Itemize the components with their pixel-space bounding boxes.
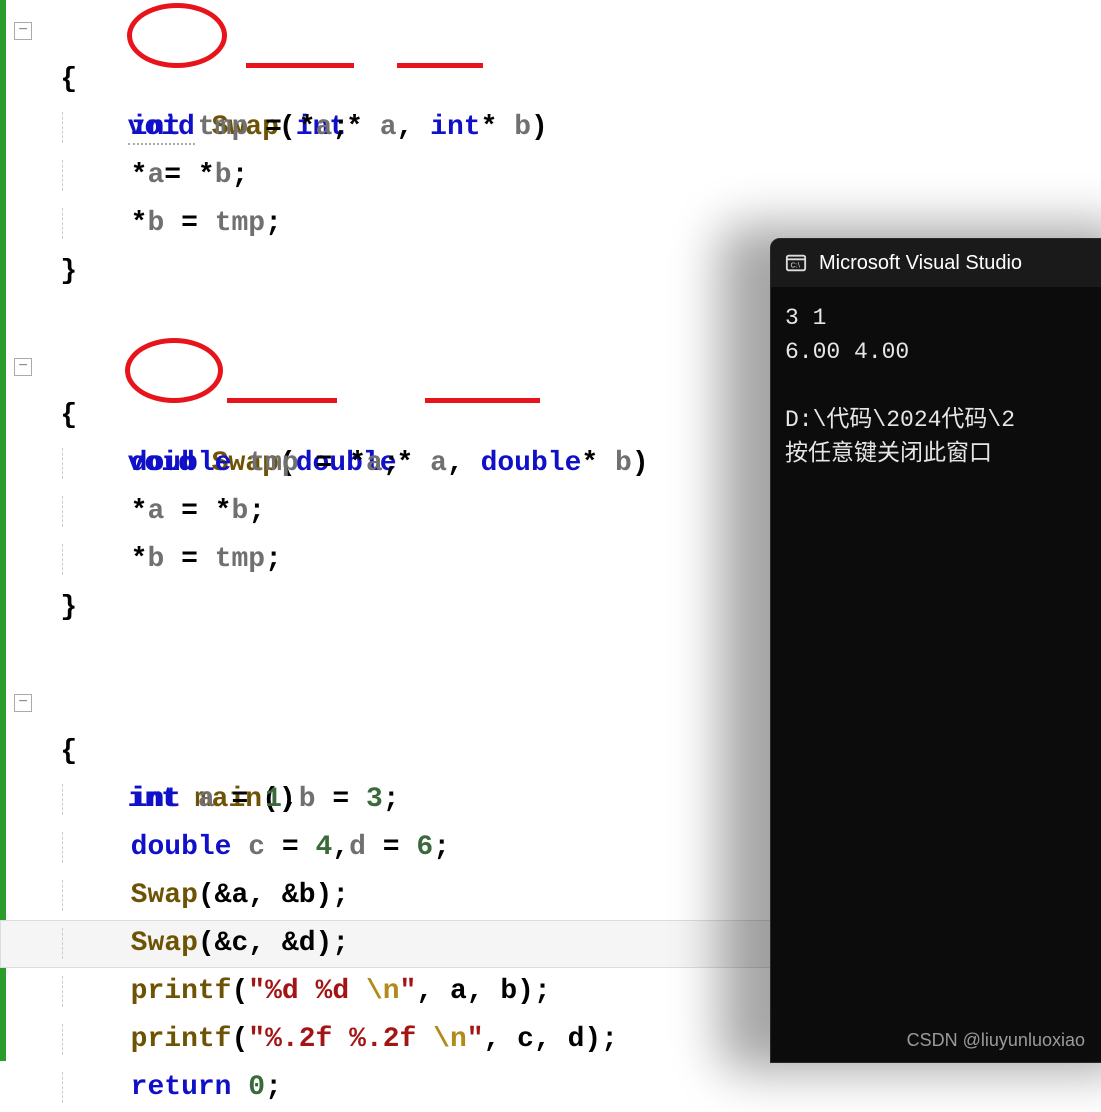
console-output: 3 1 6.00 4.00 D:\代码\2024代码\2 按任意键关闭此窗口 [771, 287, 1101, 485]
fold-icon[interactable]: − [14, 694, 32, 712]
code-line[interactable]: *a= *b; [0, 152, 1101, 200]
console-title: Microsoft Visual Studio [819, 252, 1022, 275]
terminal-icon: C:\ [785, 252, 807, 274]
console-titlebar[interactable]: C:\ Microsoft Visual Studio [771, 239, 1101, 287]
fold-icon[interactable]: − [14, 358, 32, 376]
debug-console-window[interactable]: C:\ Microsoft Visual Studio 3 1 6.00 4.0… [770, 238, 1101, 1063]
code-line[interactable]: int tmp = *a; [0, 104, 1101, 152]
fold-icon[interactable]: − [14, 22, 32, 40]
code-line[interactable]: return 0; [0, 1064, 1101, 1112]
code-line[interactable]: − void Swap(int* a, int* b) [0, 8, 1101, 56]
svg-text:C:\: C:\ [791, 261, 801, 270]
code-line[interactable]: { [0, 56, 1101, 104]
watermark: CSDN @liuyunluoxiao [907, 1030, 1085, 1051]
